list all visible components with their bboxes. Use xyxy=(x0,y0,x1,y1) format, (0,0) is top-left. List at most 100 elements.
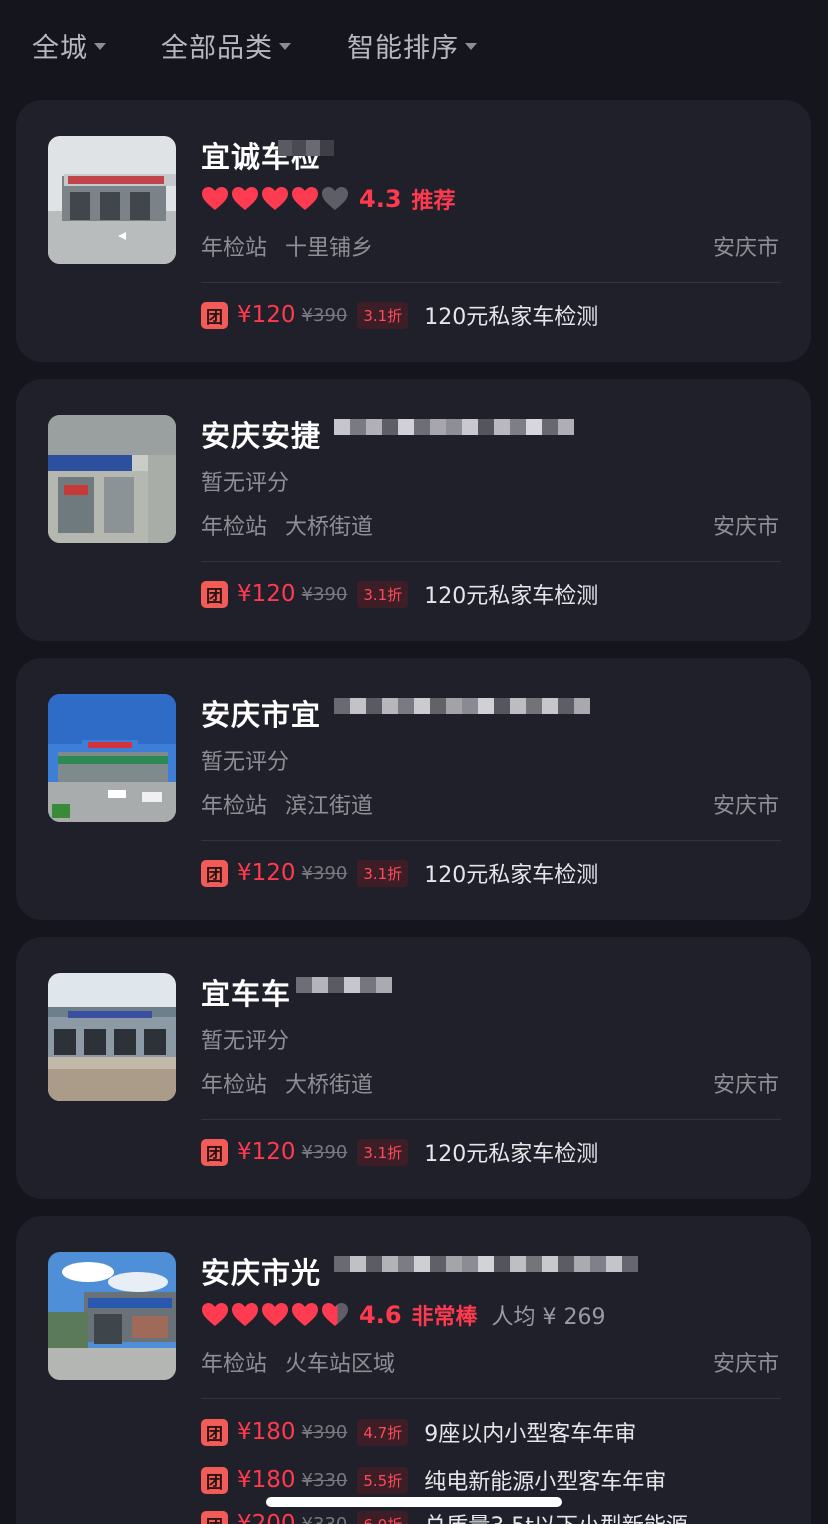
shop-city: 安庆市 xyxy=(712,515,779,540)
shop-meta: 年检站 滨江街道 安庆市 xyxy=(201,788,779,820)
rating-row: 4.6 非常棒 人均 ¥ 269 xyxy=(201,1300,606,1330)
shop-category: 年检站 xyxy=(201,236,268,261)
no-rating-text: 暂无评分 xyxy=(201,1029,290,1054)
deal-row[interactable]: 团 ¥180 ¥330 5.5折 纯电新能源小型客车年审 xyxy=(201,1464,666,1496)
filter-sort-label: 智能排序 xyxy=(347,33,459,64)
deal-price: ¥180 xyxy=(237,1419,296,1445)
group-buy-badge: 团 xyxy=(201,580,228,608)
shop-card[interactable]: 安庆市光 4.6 非常棒 人均 ¥ 269 年检站 火车站区域 安庆市 团 ¥1… xyxy=(16,1216,811,1524)
group-buy-badge: 团 xyxy=(201,301,228,329)
filter-sort[interactable]: 智能排序 xyxy=(347,26,477,65)
deal-row[interactable]: 团 ¥180 ¥390 4.7折 9座以内小型客车年审 xyxy=(201,1416,636,1448)
shop-city: 安庆市 xyxy=(712,1352,779,1377)
heart-icon xyxy=(232,1303,258,1326)
heart-icon xyxy=(262,187,288,210)
rating-label: 非常棒 xyxy=(411,1305,478,1330)
shop-photo xyxy=(48,415,176,543)
shop-card[interactable]: 宜车车 暂无评分 年检站 大桥街道 安庆市 团 ¥120 ¥390 3.1折 1… xyxy=(16,937,811,1199)
deal-title: 120元私家车检测 xyxy=(424,1142,599,1167)
discount-badge: 3.1折 xyxy=(357,301,409,329)
deal-row[interactable]: 团 ¥200 ¥330 6.0折 总质量3.5t以下小型新能源 xyxy=(201,1508,688,1524)
deal-row[interactable]: 团 ¥120 ¥390 3.1折 120元私家车检测 xyxy=(201,1136,598,1168)
shop-area: 十里铺乡 xyxy=(285,236,374,261)
deal-title: 纯电新能源小型客车年审 xyxy=(424,1470,667,1495)
caret-down-icon xyxy=(465,43,477,50)
shop-card[interactable]: 宜诚车检 4.3 推荐 年检站 十里铺乡 安庆市 团 ¥120 ¥390 3.1… xyxy=(16,100,811,362)
shop-area: 滨江街道 xyxy=(285,794,374,819)
deal-row[interactable]: 团 ¥120 ¥390 3.1折 120元私家车检测 xyxy=(201,578,598,610)
shop-meta: 年检站 大桥街道 安庆市 xyxy=(201,1067,779,1099)
shop-name[interactable]: 安庆市宜 xyxy=(201,692,321,734)
original-price: ¥390 xyxy=(301,1421,348,1443)
shop-area: 大桥街道 xyxy=(285,515,374,540)
deal-price: ¥120 xyxy=(237,302,296,328)
deal-price: ¥200 xyxy=(237,1511,296,1524)
original-price: ¥390 xyxy=(301,304,348,326)
deal-price: ¥120 xyxy=(237,581,296,607)
filter-city-label: 全城 xyxy=(32,33,88,64)
rating-row: 4.3 推荐 xyxy=(201,184,456,214)
discount-badge: 3.1折 xyxy=(357,859,409,887)
deal-title: 120元私家车检测 xyxy=(424,863,599,888)
shop-name[interactable]: 宜车车 xyxy=(201,971,291,1013)
deal-row[interactable]: 团 ¥120 ¥390 3.1折 120元私家车检测 xyxy=(201,857,598,889)
discount-badge: 3.1折 xyxy=(357,580,409,608)
divider xyxy=(201,1119,781,1120)
shop-category: 年检站 xyxy=(201,794,268,819)
deal-title: 120元私家车检测 xyxy=(424,584,599,609)
caret-down-icon xyxy=(94,43,106,50)
rating-label: 推荐 xyxy=(411,189,456,214)
heart-icon xyxy=(292,187,318,210)
original-price: ¥330 xyxy=(301,1469,348,1491)
group-buy-badge: 团 xyxy=(201,1138,228,1166)
original-price: ¥330 xyxy=(301,1513,348,1524)
shop-name[interactable]: 安庆安捷 xyxy=(201,413,321,455)
shop-area: 大桥街道 xyxy=(285,1073,374,1098)
heart-icon xyxy=(262,1303,288,1326)
shop-photo xyxy=(48,1252,176,1380)
shop-city: 安庆市 xyxy=(712,1073,779,1098)
filter-category-label: 全部品类 xyxy=(161,33,273,64)
filter-bar: 全城 全部品类 智能排序 xyxy=(0,0,828,88)
shop-city: 安庆市 xyxy=(712,236,779,261)
group-buy-badge: 团 xyxy=(201,1418,228,1446)
discount-badge: 6.0折 xyxy=(357,1510,409,1524)
heart-icon xyxy=(232,187,258,210)
shop-photo xyxy=(48,694,176,822)
heart-icon xyxy=(202,1303,228,1326)
shop-card[interactable]: 安庆安捷 暂无评分 年检站 大桥街道 安庆市 团 ¥120 ¥390 3.1折 … xyxy=(16,379,811,641)
filter-city[interactable]: 全城 xyxy=(32,26,106,65)
divider xyxy=(201,840,781,841)
discount-badge: 4.7折 xyxy=(357,1418,409,1446)
average-price: 人均 ¥ 269 xyxy=(491,1305,606,1330)
shop-city: 安庆市 xyxy=(712,794,779,819)
blurred-text xyxy=(296,977,400,1009)
deal-price: ¥180 xyxy=(237,1467,296,1493)
heart-icon xyxy=(202,187,228,210)
group-buy-badge: 团 xyxy=(201,859,228,887)
shop-category: 年检站 xyxy=(201,1073,268,1098)
original-price: ¥390 xyxy=(301,583,348,605)
caret-down-icon xyxy=(279,43,291,50)
deal-price: ¥120 xyxy=(237,860,296,886)
rating-score: 4.6 xyxy=(359,1301,402,1329)
shop-card[interactable]: 安庆市宜 暂无评分 年检站 滨江街道 安庆市 团 ¥120 ¥390 3.1折 … xyxy=(16,658,811,920)
shop-meta: 年检站 十里铺乡 安庆市 xyxy=(201,230,779,262)
divider xyxy=(201,282,781,283)
group-buy-badge: 团 xyxy=(201,1466,228,1494)
shop-category: 年检站 xyxy=(201,515,268,540)
blurred-text xyxy=(334,1256,640,1288)
rating-score: 4.3 xyxy=(359,185,402,213)
discount-badge: 3.1折 xyxy=(357,1138,409,1166)
shop-name[interactable]: 安庆市光 xyxy=(201,1250,321,1292)
home-indicator[interactable] xyxy=(266,1497,562,1507)
original-price: ¥390 xyxy=(301,862,348,884)
original-price: ¥390 xyxy=(301,1141,348,1163)
blurred-text xyxy=(278,140,334,172)
filter-category[interactable]: 全部品类 xyxy=(161,26,291,65)
shop-meta: 年检站 大桥街道 安庆市 xyxy=(201,509,779,541)
heart-partial-icon xyxy=(322,1303,348,1326)
deal-row[interactable]: 团 ¥120 ¥390 3.1折 120元私家车检测 xyxy=(201,299,598,331)
deal-title: 总质量3.5t以下小型新能源 xyxy=(424,1508,688,1524)
blurred-text xyxy=(334,419,580,451)
